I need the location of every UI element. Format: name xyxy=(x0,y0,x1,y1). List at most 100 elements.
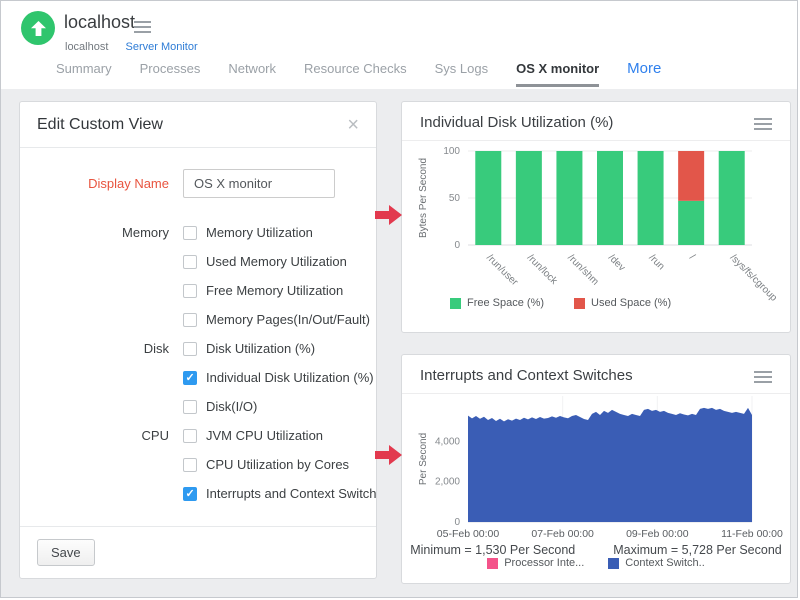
breadcrumb: localhost Server Monitor xyxy=(65,41,198,53)
tab-network[interactable]: Network xyxy=(228,61,276,84)
up-arrow-icon xyxy=(31,21,46,36)
metric-row: Used Memory Utilization xyxy=(20,247,376,276)
legend-item: Context Switch.. xyxy=(608,557,704,569)
tab-os-x-monitor[interactable]: OS X monitor xyxy=(516,61,599,87)
card-menu-icon[interactable] xyxy=(754,116,772,130)
tab-resource-checks[interactable]: Resource Checks xyxy=(304,61,407,84)
svg-text:/run/user: /run/user xyxy=(484,252,520,288)
svg-text:100: 100 xyxy=(443,146,460,157)
panel-title: Edit Custom View xyxy=(37,116,163,134)
legend-label: Used Space (%) xyxy=(591,297,671,309)
title-menu-icon[interactable] xyxy=(134,21,151,33)
svg-text:4,000: 4,000 xyxy=(435,436,460,447)
card-menu-icon[interactable] xyxy=(754,369,772,383)
pointer-arrow-icon xyxy=(375,203,403,227)
display-name-row: Display Name xyxy=(20,169,376,198)
metric-row: CPU Utilization by Cores xyxy=(20,450,376,479)
checkbox-label: Memory Pages(In/Out/Fault) xyxy=(206,312,370,327)
checkbox-jvm-cpu-utilization[interactable] xyxy=(183,429,197,443)
legend-item: Free Space (%) xyxy=(450,297,544,309)
svg-text:/run/lock: /run/lock xyxy=(525,252,560,287)
minimum-value: Minimum = 1,530 Per Second xyxy=(410,543,575,557)
panel-body: Display Name Memory Memory Utilization Use… xyxy=(20,148,376,526)
checkbox-individual-disk-utilization-[interactable] xyxy=(183,371,197,385)
checkbox-used-memory-utilization[interactable] xyxy=(183,255,197,269)
metric-row: Individual Disk Utilization (%) xyxy=(20,363,376,392)
legend-swatch xyxy=(450,298,461,309)
svg-text:/run: /run xyxy=(646,252,666,272)
pointer-arrow-icon xyxy=(375,443,403,467)
svg-text:Per Second: Per Second xyxy=(418,433,429,485)
checkbox-memory-utilization[interactable] xyxy=(183,226,197,240)
breadcrumb-host: localhost xyxy=(65,41,108,53)
svg-text:09-Feb 00:00: 09-Feb 00:00 xyxy=(626,528,689,540)
min-max-row: Minimum = 1,530 Per Second Maximum = 5,7… xyxy=(402,543,790,557)
checkbox-label: JVM CPU Utilization xyxy=(206,428,323,443)
edit-custom-view-panel: Edit Custom View × Display Name MemoryMe… xyxy=(19,101,377,579)
card-header: Individual Disk Utilization (%) xyxy=(402,102,790,141)
legend-swatch xyxy=(487,558,498,569)
svg-text:/dev: /dev xyxy=(606,252,627,273)
card-header: Interrupts and Context Switches xyxy=(402,355,790,394)
metric-row: Free Memory Utilization xyxy=(20,276,376,305)
legend-swatch xyxy=(608,558,619,569)
checkbox-label: Individual Disk Utilization (%) xyxy=(206,370,374,385)
metric-row: Memory Memory Utilization xyxy=(20,218,376,247)
checkbox-disk-i-o-[interactable] xyxy=(183,400,197,414)
checkbox-label: Disk Utilization (%) xyxy=(206,341,315,356)
checkbox-cpu-utilization-by-cores[interactable] xyxy=(183,458,197,472)
legend-label: Free Space (%) xyxy=(467,297,544,309)
page-title: localhost xyxy=(64,12,135,33)
chart-title: Interrupts and Context Switches xyxy=(420,367,633,384)
checkbox-label: Disk(I/O) xyxy=(206,399,257,414)
svg-text:0: 0 xyxy=(454,517,460,528)
checkbox-free-memory-utilization[interactable] xyxy=(183,284,197,298)
panel-footer: Save xyxy=(20,526,376,578)
checkbox-label: Free Memory Utilization xyxy=(206,283,343,298)
legend-item: Processor Inte... xyxy=(487,557,584,569)
legend-label: Processor Inte... xyxy=(504,557,584,569)
tab-sys-logs[interactable]: Sys Logs xyxy=(435,61,488,84)
metric-row: Interrupts and Context Switches xyxy=(20,479,376,508)
close-icon[interactable]: × xyxy=(347,115,359,135)
display-name-input[interactable] xyxy=(183,169,335,198)
svg-text:2,000: 2,000 xyxy=(435,477,460,488)
tab-summary[interactable]: Summary xyxy=(56,61,112,84)
svg-text:11-Feb 00:00: 11-Feb 00:00 xyxy=(721,528,783,540)
metric-row: CPU JVM CPU Utilization xyxy=(20,421,376,450)
svg-text:/: / xyxy=(687,252,697,262)
group-label: Disk xyxy=(20,341,183,356)
chart-legend: Free Space (%) Used Space (%) xyxy=(402,297,790,309)
disk-utilization-card: Individual Disk Utilization (%) 050100By… xyxy=(401,101,791,333)
panel-header: Edit Custom View × xyxy=(20,102,376,148)
interrupts-chart: 0 2,000 4,000 05-Feb 00:00 07-Feb 00:00 09-Fe… xyxy=(410,394,790,539)
checkbox-interrupts-and-context-switches[interactable] xyxy=(183,487,197,501)
checkbox-memory-pages-in-out-fault-[interactable] xyxy=(183,313,197,327)
legend-swatch xyxy=(574,298,585,309)
group-label: Memory xyxy=(20,225,183,240)
group-label: CPU xyxy=(20,428,183,443)
breadcrumb-server-monitor-link[interactable]: Server Monitor xyxy=(125,41,197,53)
host-status-icon xyxy=(21,11,55,45)
svg-text:50: 50 xyxy=(449,193,461,204)
svg-text:/run/shm: /run/shm xyxy=(565,252,600,287)
metric-checkbox-list: Memory Memory Utilization Used Memory Util… xyxy=(20,218,376,508)
app-window: localhost localhost Server Monitor Summa… xyxy=(0,0,798,598)
tab-bar: Summary Processes Network Resource Checks Sy… xyxy=(56,61,661,87)
save-button[interactable]: Save xyxy=(37,539,95,566)
checkbox-disk-utilization-[interactable] xyxy=(183,342,197,356)
svg-text:Bytes Per Second: Bytes Per Second xyxy=(418,158,429,238)
maximum-value: Maximum = 5,728 Per Second xyxy=(613,543,782,557)
metric-row: Disk Disk Utilization (%) xyxy=(20,334,376,363)
metric-row: Memory Pages(In/Out/Fault) xyxy=(20,305,376,334)
svg-text:05-Feb 00:00: 05-Feb 00:00 xyxy=(437,528,500,540)
display-name-label: Display Name xyxy=(20,176,183,191)
metric-row: Disk(I/O) xyxy=(20,392,376,421)
disk-utilization-chart: 050100Bytes Per Second/run/user/run/lock… xyxy=(410,141,790,291)
tab-processes[interactable]: Processes xyxy=(140,61,201,84)
tab-more[interactable]: More xyxy=(627,60,661,77)
checkbox-label: Interrupts and Context Switches xyxy=(206,486,376,501)
interrupts-card: Interrupts and Context Switches 0 2,000 4,… xyxy=(401,354,791,584)
svg-text:07-Feb 00:00: 07-Feb 00:00 xyxy=(531,528,594,540)
checkbox-label: Memory Utilization xyxy=(206,225,313,240)
